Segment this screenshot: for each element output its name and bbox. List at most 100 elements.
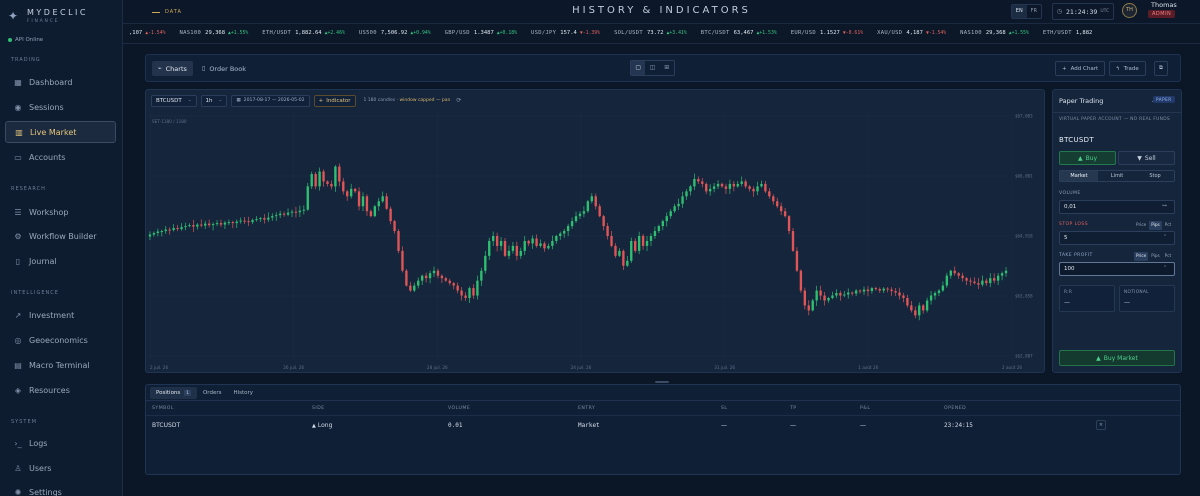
sl-unit-pips[interactable]: Pips — [1149, 221, 1162, 230]
close-position-button[interactable]: × — [1096, 420, 1106, 430]
take-profit-input[interactable] — [1059, 262, 1175, 276]
trade-button[interactable]: ϟ Trade — [1109, 61, 1146, 76]
candle-body — [156, 231, 160, 234]
layout-single-icon[interactable]: ▢ — [631, 61, 646, 75]
tp-unit-price[interactable]: Price — [1134, 252, 1149, 261]
tp-unit-pct[interactable]: Pct — [1163, 252, 1173, 261]
sidebar-item-resources[interactable]: ◈ Resources — [5, 379, 116, 401]
lot-calc-icon[interactable]: ⊶ — [1162, 203, 1167, 209]
tp-unit-pips[interactable]: Pips — [1149, 252, 1161, 261]
candle-body — [961, 275, 964, 279]
bolt-icon: ϟ — [1116, 65, 1120, 72]
brand[interactable]: ✦ MYDECLIC FINANCE — [8, 6, 88, 26]
tab-history[interactable]: History — [227, 387, 259, 399]
symbol-select[interactable]: BTCUSDT ⌄ — [151, 94, 197, 107]
sell-button[interactable]: ▼ Sell — [1118, 151, 1175, 165]
sidebar-item-journal[interactable]: ▯ Journal — [5, 250, 116, 272]
candlestick-chart[interactable]: $67,003 $66,001 $64,918 $63,858 $62,887 2 jui… — [146, 90, 1046, 374]
resize-handle[interactable] — [655, 381, 669, 383]
buy-button[interactable]: ▲ Buy — [1059, 151, 1116, 165]
popout-button[interactable]: ⧉ — [1154, 61, 1168, 76]
candle-body — [728, 183, 732, 189]
candle-body — [937, 290, 941, 294]
sidebar-item-sessions[interactable]: ◉ Sessions — [5, 96, 116, 118]
date-range-picker[interactable]: ▦ 2017-08-17 — 2026-05-02 — [231, 94, 310, 107]
candle-body — [862, 289, 866, 292]
order-type-stop[interactable]: Stop — [1136, 171, 1174, 181]
sidebar-item-label: Macro Terminal — [29, 360, 90, 370]
ticker-item[interactable]: ,107 ▲-1.54% — [129, 30, 165, 36]
tab-positions[interactable]: Positions 1 — [150, 387, 197, 399]
sidebar: ✦ MYDECLIC FINANCE API Online TRADING ▦ Da… — [0, 0, 123, 496]
candle-body — [219, 223, 223, 225]
stepper-icon[interactable]: ⌃ — [1163, 234, 1167, 240]
sidebar-item-settings[interactable]: ✺ Settings — [5, 481, 116, 496]
candle-body — [720, 183, 724, 187]
candle-body — [772, 196, 775, 202]
buy-market-button[interactable]: ▲ Buy Market — [1059, 350, 1175, 366]
refresh-icon[interactable]: ⟳ — [456, 97, 461, 104]
sl-unit-pct[interactable]: Pct — [1163, 221, 1173, 230]
tab-order-book[interactable]: ▯ Order Book — [196, 61, 252, 76]
ticker-price: 29,368 — [985, 30, 1006, 36]
ticker-item[interactable]: ETH/USDT 1,882 — [1043, 30, 1095, 36]
tab-orders[interactable]: Orders — [197, 387, 228, 399]
layout-split-icon[interactable]: ◫ — [645, 61, 659, 75]
sidebar-item-accounts[interactable]: ▭ Accounts — [5, 146, 116, 168]
order-type-market[interactable]: Market — [1060, 171, 1098, 181]
candle-body — [290, 211, 294, 213]
volume-input[interactable] — [1059, 200, 1175, 214]
avatar[interactable]: TH — [1122, 3, 1137, 18]
ticker-item[interactable]: GBP/USD 1.3487 ▲+0.18% — [445, 30, 517, 36]
lang-fr[interactable]: FR — [1027, 5, 1042, 18]
sidebar-item-dashboard[interactable]: ▦ Dashboard — [5, 71, 116, 93]
ticker-change: ▼-0.61% — [842, 31, 864, 36]
lang-en[interactable]: EN — [1012, 5, 1027, 18]
candle-body — [389, 208, 392, 222]
stop-loss-input[interactable] — [1059, 231, 1175, 245]
order-type-tabs: Market Limit Stop — [1059, 170, 1175, 182]
ticker-item[interactable]: NAS100 29,368 ▲+1.55% — [179, 30, 248, 36]
ticker-item[interactable]: SOL/USDT 73.72 ▲+3.41% — [614, 30, 687, 36]
sidebar-item-workshop[interactable]: ☰ Workshop — [5, 201, 116, 223]
sidebar-item-investment[interactable]: ↗ Investment — [5, 304, 116, 326]
chart-line-icon: ⌁ — [158, 65, 162, 72]
triangle-up-icon: ▲ — [1096, 354, 1101, 362]
stepper-icon[interactable]: ⌃ — [1163, 265, 1167, 271]
interval-select[interactable]: 1h ⌄ — [200, 94, 228, 107]
tab-charts[interactable]: ⌁ Charts — [152, 61, 193, 76]
sidebar-item-live-market[interactable]: ▥ Live Market — [5, 121, 116, 143]
candle-body — [929, 295, 933, 301]
ticker-item[interactable]: ETH/USDT 1,882.64 ▲+2.46% — [262, 30, 345, 36]
ticker-item[interactable]: EUR/USD 1.1527 ▼-0.61% — [791, 30, 863, 36]
add-chart-button[interactable]: + Add Chart — [1055, 61, 1106, 76]
sidebar-item-macro-terminal[interactable]: ▤ Macro Terminal — [5, 354, 116, 376]
candle-body — [405, 270, 408, 286]
indicator-button[interactable]: + Indicator — [313, 94, 356, 107]
layout-grid-icon[interactable]: ⊞ — [660, 61, 674, 75]
sl-unit-price[interactable]: Price — [1134, 221, 1148, 230]
ticker-item[interactable]: BTC/USDT 63,467 ▲+1.53% — [701, 30, 777, 36]
ticker-item[interactable]: NAS100 29,368 ▲+1.55% — [960, 30, 1029, 36]
order-type-limit[interactable]: Limit — [1098, 171, 1136, 181]
divider — [146, 400, 1180, 401]
ticker-item[interactable]: XAU/USD 4,187 ▼-1.54% — [877, 30, 946, 36]
sidebar-item-workflow-builder[interactable]: ⚙ Workflow Builder — [5, 225, 116, 247]
ticker-symbol: NAS100 — [960, 30, 982, 36]
ticker-item[interactable]: US500 7,506.92 ▲+0.94% — [359, 30, 431, 36]
candle-body — [152, 233, 156, 235]
sidebar-item-geoeconomics[interactable]: ◎ Geoeconomics — [5, 329, 116, 351]
candle-body — [235, 221, 238, 224]
candle-body — [361, 196, 365, 207]
candle-body — [539, 243, 542, 246]
candle-body — [468, 288, 471, 298]
candle-body — [776, 201, 779, 207]
col-volume: VOLUME — [448, 406, 471, 411]
candle-body — [630, 240, 633, 261]
sidebar-item-users[interactable]: ♙ Users — [5, 457, 116, 479]
layout-switch: ▢ ◫ ⊞ — [630, 60, 675, 76]
clock-time: 21:24:39 — [1066, 7, 1098, 16]
ticker-item[interactable]: USD/JPY 157.4 ▼-1.39% — [531, 30, 600, 36]
clock-icon: ◷ — [1056, 8, 1062, 15]
sidebar-item-logs[interactable]: ›_ Logs — [5, 432, 116, 454]
